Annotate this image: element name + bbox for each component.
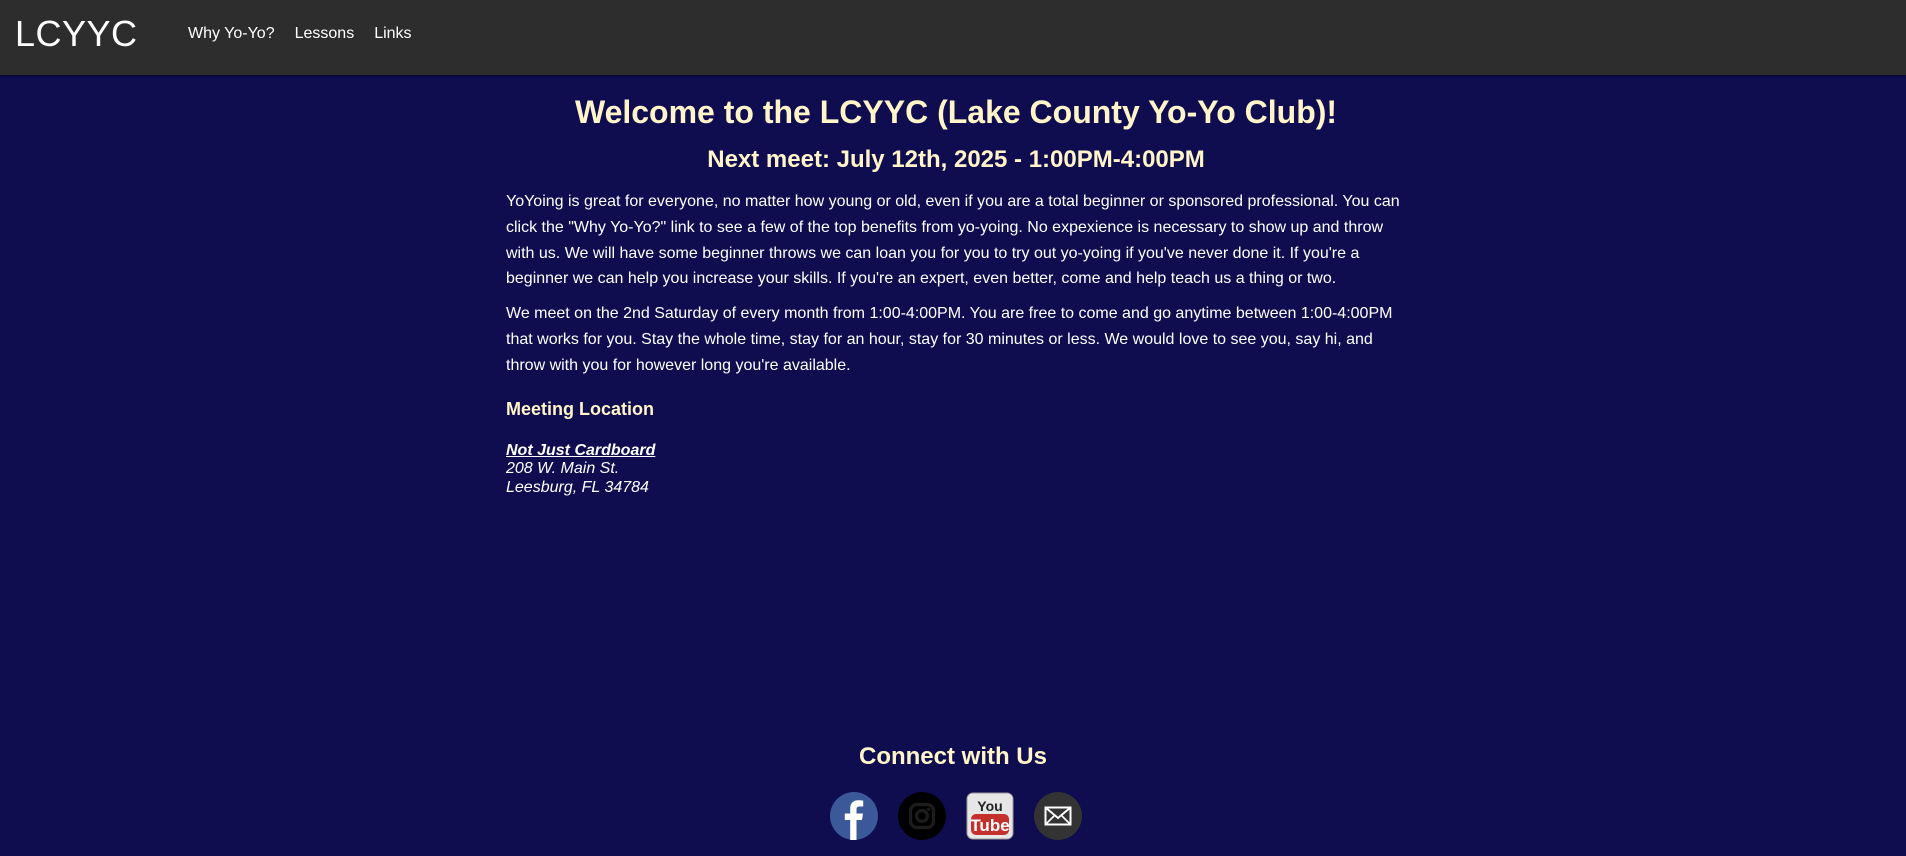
email-link[interactable] <box>1034 792 1082 840</box>
nav-link-links[interactable]: Links <box>374 24 411 44</box>
meeting-address: Not Just Cardboard 208 W. Main St. Leesb… <box>506 442 1406 498</box>
address-city: Leesburg, FL 34784 <box>506 478 649 496</box>
connect-heading: Connect with Us <box>858 743 1047 770</box>
nav-link-why-yo-yo[interactable]: Why Yo-Yo? <box>188 24 275 44</box>
site-logo-link[interactable]: LCYYC <box>15 14 138 54</box>
svg-text:Tube: Tube <box>970 816 1009 835</box>
youtube-icon: You Tube <box>966 792 1014 840</box>
address-street: 208 W. Main St. <box>506 460 620 478</box>
top-navigation-bar: LCYYC Why Yo-Yo? Lessons Links <box>0 0 1906 75</box>
social-links: You Tube <box>830 792 1082 840</box>
page-title: Welcome to the LCYYC (Lake County Yo-Yo … <box>574 94 1338 130</box>
instagram-link[interactable] <box>898 792 946 840</box>
main-nav: Why Yo-Yo? Lessons Links <box>188 24 412 44</box>
schedule-paragraph: We meet on the 2nd Saturday of every mon… <box>506 305 1393 374</box>
main-content: Welcome to the LCYYC (Lake County Yo-Yo … <box>506 90 1406 497</box>
venue-name: Not Just Cardboard <box>506 441 656 459</box>
footer: Connect with Us You Tube <box>0 740 1906 840</box>
facebook-icon <box>830 792 878 840</box>
instagram-icon <box>898 792 946 840</box>
intro-paragraph: YoYoing is great for everyone, no matter… <box>506 193 1400 288</box>
email-icon <box>1034 792 1082 840</box>
svg-text:You: You <box>977 798 1002 814</box>
youtube-link[interactable]: You Tube <box>966 792 1014 840</box>
meeting-location-heading: Meeting Location <box>506 398 654 419</box>
nav-link-lessons[interactable]: Lessons <box>295 24 355 44</box>
next-meet-heading: Next meet: July 12th, 2025 - 1:00PM-4:00… <box>707 146 1205 173</box>
facebook-link[interactable] <box>830 792 878 840</box>
